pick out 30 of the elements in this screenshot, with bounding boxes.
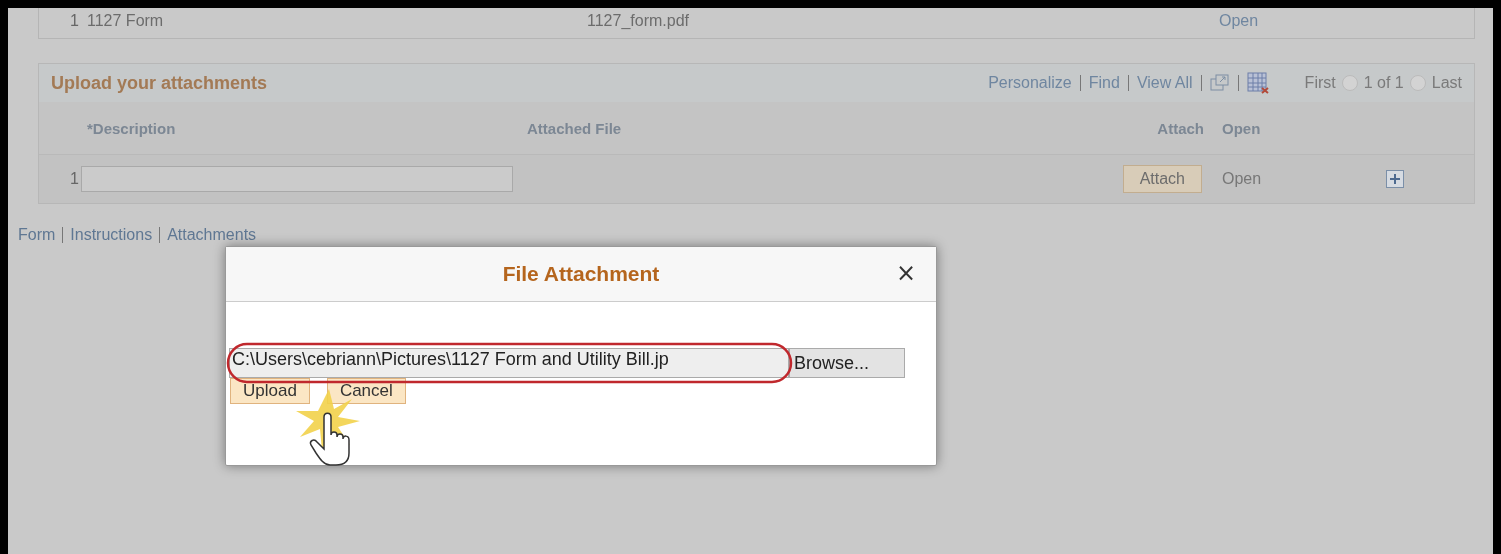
row-number: 1: [69, 170, 80, 188]
nav-link[interactable]: Form: [18, 226, 56, 244]
browse-button[interactable]: Browse...: [789, 348, 905, 378]
spreadsheet-icon[interactable]: [1246, 72, 1269, 94]
page-count: 1 of 1: [1363, 74, 1404, 92]
last-link[interactable]: Last: [1431, 74, 1462, 92]
first-link[interactable]: First: [1304, 74, 1336, 92]
table-cell-text: 1127_form.pdf: [586, 12, 690, 31]
column-header: *Description: [86, 119, 177, 137]
attach-button[interactable]: Attach: [1122, 165, 1202, 193]
grid-title: Upload your attachments: [51, 72, 269, 94]
column-header: Attached File: [526, 119, 623, 137]
add-row-icon[interactable]: [1386, 170, 1404, 188]
nav-link[interactable]: Attachments: [167, 226, 257, 244]
upload-button[interactable]: Upload: [230, 378, 310, 404]
open-link[interactable]: Open: [1216, 170, 1386, 188]
open-link[interactable]: Open: [1215, 12, 1474, 38]
column-header: Open: [1221, 119, 1262, 137]
new-window-icon[interactable]: [1209, 74, 1230, 92]
file-path-field[interactable]: C:\Users\cebriann\Pictures\1127 Form and Utility Bill.jp: [229, 348, 789, 378]
view-all-link[interactable]: View All: [1136, 74, 1193, 92]
personalize-link[interactable]: Personalize: [988, 74, 1072, 92]
nav-link[interactable]: Instructions: [70, 226, 153, 244]
dialog-title: File Attachment: [502, 262, 660, 286]
column-header: Attach: [1156, 119, 1205, 137]
row-number: 1: [69, 12, 80, 31]
find-link[interactable]: Find: [1088, 74, 1120, 92]
description-field[interactable]: [81, 166, 513, 192]
table-cell-text: 1127 Form: [86, 12, 165, 31]
close-button[interactable]: ×: [895, 259, 916, 287]
